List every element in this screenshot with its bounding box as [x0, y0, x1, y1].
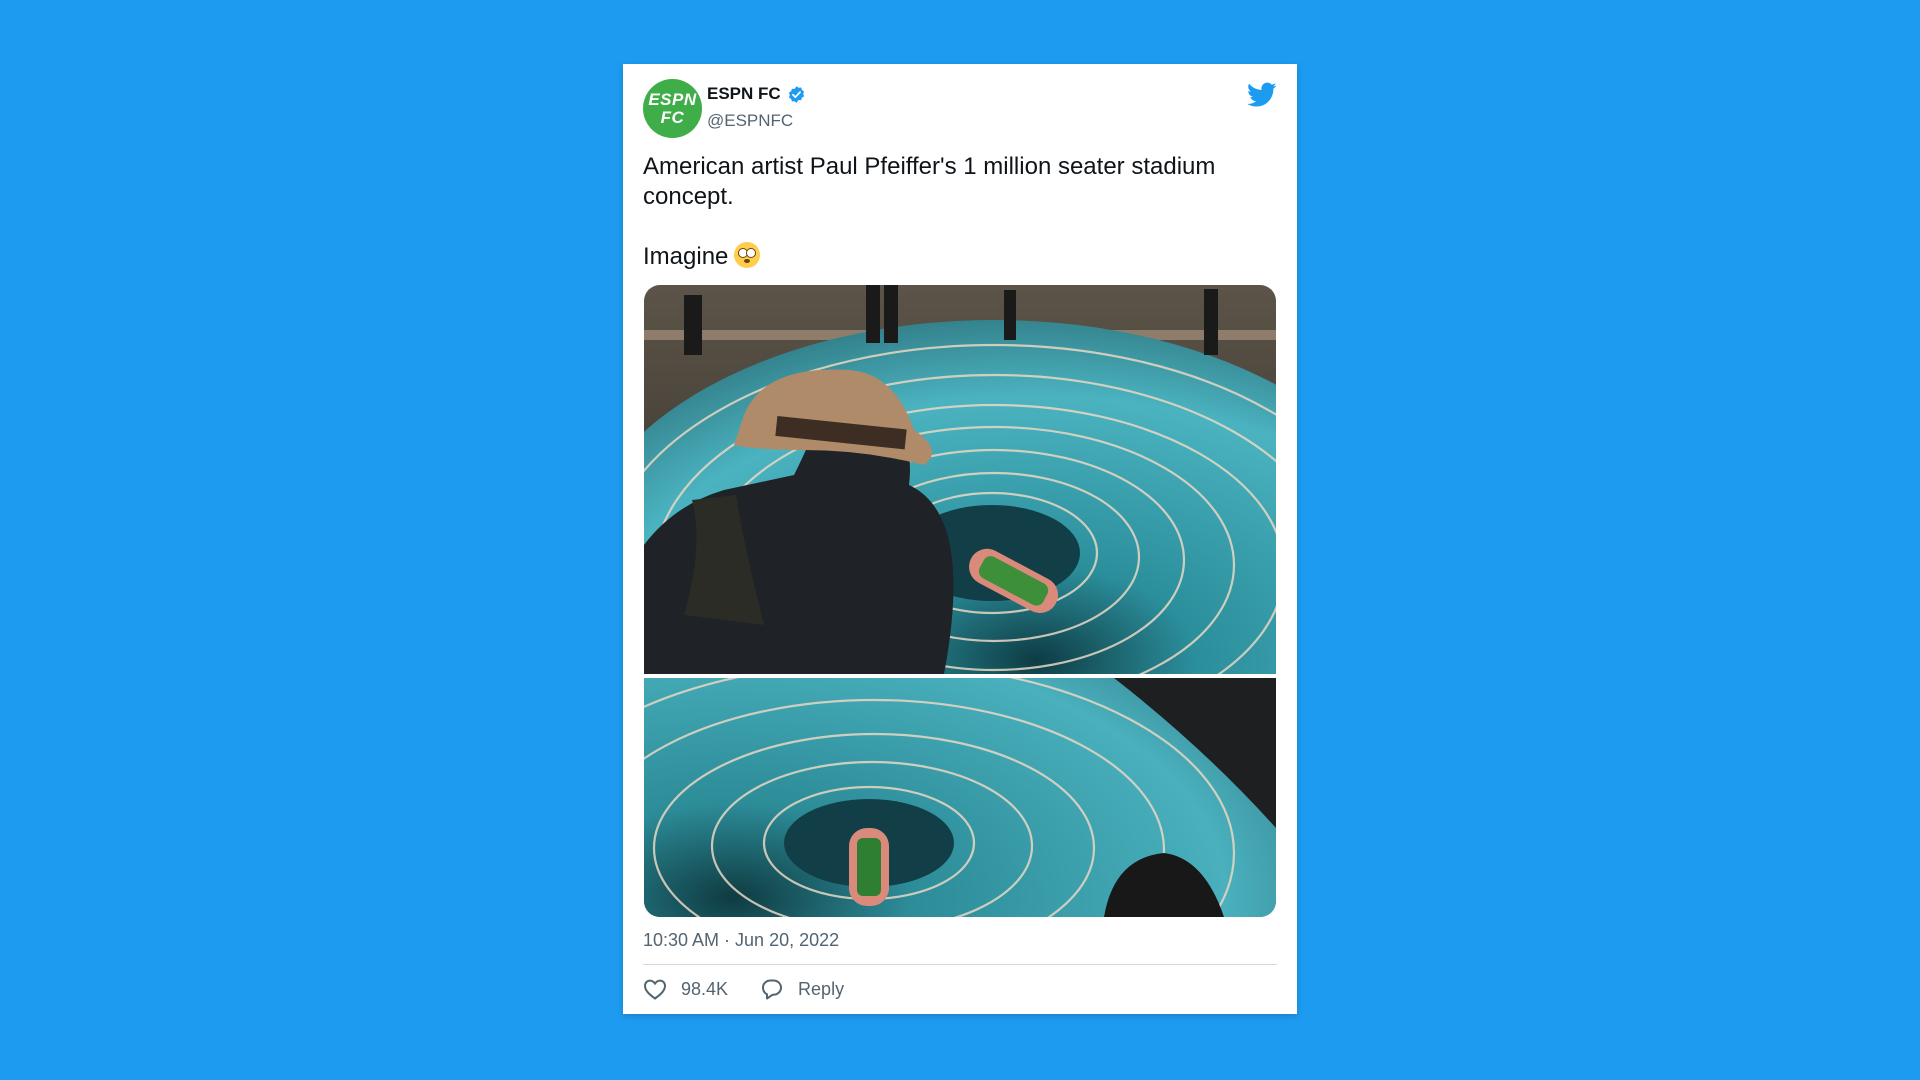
divider [643, 964, 1277, 965]
flushed-face-emoji [734, 242, 761, 268]
like-button[interactable]: 98.4K [643, 978, 728, 1000]
tweet-timestamp[interactable]: 10:30 AM · Jun 20, 2022 [643, 930, 839, 951]
tweet-text-line-1: American artist Paul Pfeiffer's 1 millio… [643, 153, 1216, 210]
heart-icon [643, 979, 667, 1000]
reply-bubble-icon [762, 979, 783, 1000]
author-name[interactable]: ESPN FC [707, 84, 781, 104]
avatar-line-2: FC [660, 107, 685, 127]
reply-label: Reply [798, 978, 845, 999]
tweet-actions: 98.4K Reply [643, 978, 876, 1000]
stadium-photo-2[interactable] [644, 678, 1276, 917]
author-handle[interactable]: @ESPNFC [707, 111, 793, 131]
twitter-bird-icon[interactable] [1247, 82, 1277, 108]
tweet-text-imagine: Imagine [643, 243, 729, 270]
avatar-line-1: ESPN [648, 89, 697, 109]
tweet-text: American artist Paul Pfeiffer's 1 millio… [643, 152, 1273, 272]
tweet-card: ESPN FC ESPN FC @ESPNFC American artist … [623, 64, 1297, 1014]
like-count: 98.4K [681, 978, 729, 999]
verified-badge-icon [788, 85, 804, 103]
tweet-text-line-2: Imagine [643, 242, 1273, 272]
reply-button[interactable]: Reply [760, 978, 844, 1000]
author-name-row: ESPN FC [707, 84, 806, 104]
avatar[interactable]: ESPN FC [643, 79, 702, 138]
tweet-media[interactable] [644, 285, 1276, 917]
stadium-photo-1[interactable] [644, 285, 1276, 674]
